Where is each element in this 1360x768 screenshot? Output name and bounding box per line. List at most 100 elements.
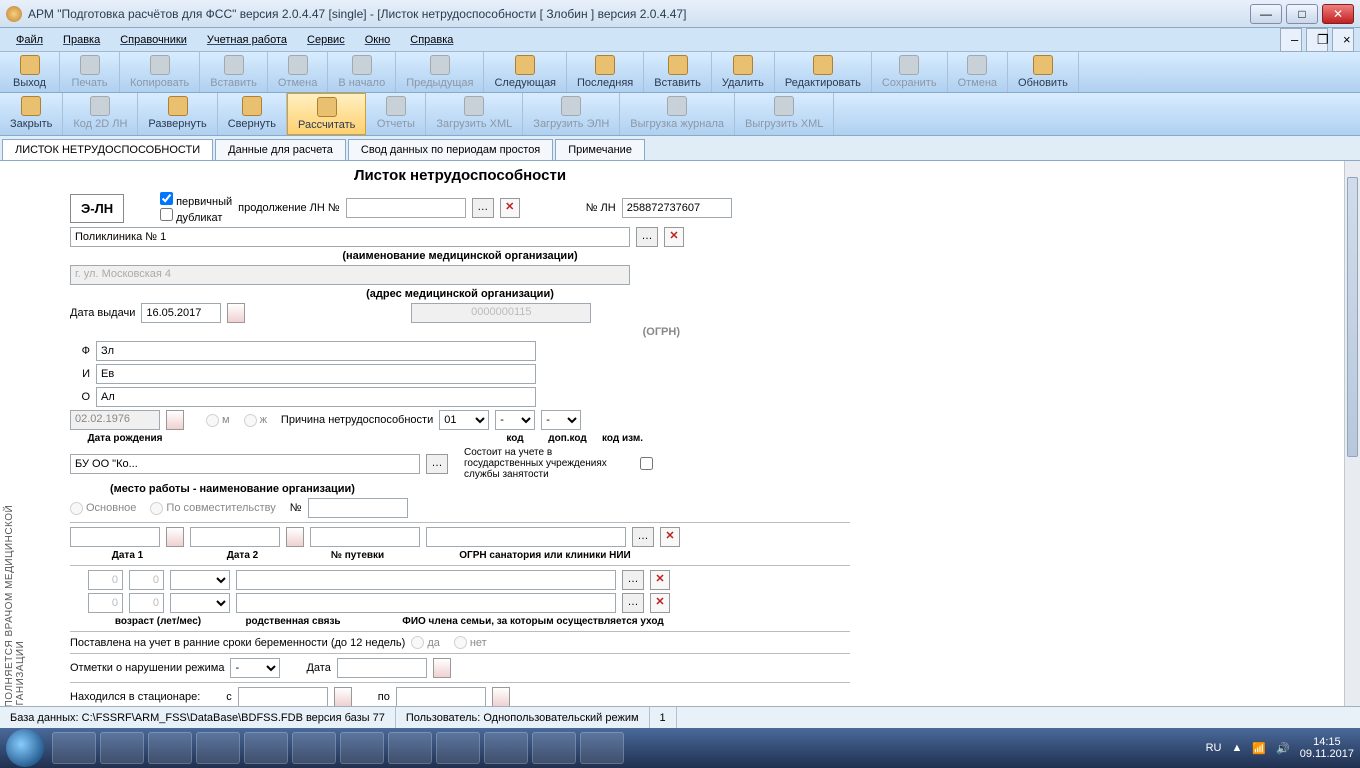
continuation-lookup[interactable]: …	[472, 198, 494, 218]
tray-lang[interactable]: RU	[1206, 742, 1222, 754]
tray-date[interactable]: 09.11.2017	[1300, 748, 1354, 760]
taskbar-app2[interactable]	[436, 732, 480, 764]
menu-edit[interactable]: Правка	[53, 31, 110, 49]
tb-prev[interactable]: Предыдущая	[396, 52, 484, 92]
tb-copy[interactable]: Копировать	[120, 52, 200, 92]
tb-edit[interactable]: Редактировать	[775, 52, 872, 92]
tb-collapse[interactable]: Свернуть	[218, 93, 287, 135]
violation-date-picker[interactable]	[433, 658, 451, 678]
preg-no[interactable]: нет	[454, 636, 487, 649]
tb-expand[interactable]: Развернуть	[138, 93, 217, 135]
taskbar-armfss[interactable]	[580, 732, 624, 764]
tray-flag-icon[interactable]: ▲	[1231, 742, 1242, 754]
date1-picker[interactable]	[166, 527, 184, 547]
violation-date[interactable]	[337, 658, 427, 678]
employer-input[interactable]	[70, 454, 420, 474]
tray-sound-icon[interactable]: 🔊	[1276, 742, 1290, 755]
tab-sickleave[interactable]: ЛИСТОК НЕТРУДОСПОСОБНОСТИ	[2, 139, 213, 160]
hospital-from-picker[interactable]	[334, 687, 352, 707]
duplicate-checkbox[interactable]: дубликат	[160, 212, 222, 224]
tb-begin[interactable]: В начало	[328, 52, 396, 92]
family-clear-2[interactable]: ✕	[650, 593, 670, 613]
minimize-button[interactable]: —	[1250, 4, 1282, 24]
tb-save[interactable]: Сохранить	[872, 52, 948, 92]
hospital-from[interactable]	[238, 687, 328, 707]
tb-exportxml[interactable]: Выгрузить XML	[735, 93, 834, 135]
taskbar-opera[interactable]	[196, 732, 240, 764]
sex-w[interactable]: ж	[244, 414, 267, 427]
tb-code2d[interactable]: Код 2D ЛН	[63, 93, 138, 135]
primary-checkbox[interactable]: первичный	[160, 196, 232, 208]
violation-select[interactable]: -	[230, 658, 280, 678]
tb-delete[interactable]: Удалить	[712, 52, 775, 92]
tb-undo[interactable]: Отмена	[268, 52, 328, 92]
age-months-2[interactable]	[129, 593, 164, 613]
ln-no-input[interactable]	[622, 198, 732, 218]
tb-loadeln[interactable]: Загрузить ЭЛН	[523, 93, 620, 135]
employer-lookup[interactable]: …	[426, 454, 448, 474]
reg-checkbox[interactable]	[640, 457, 653, 470]
date1-input[interactable]	[70, 527, 160, 547]
continuation-input[interactable]	[346, 198, 466, 218]
tb-next[interactable]: Следующая	[484, 52, 567, 92]
menu-file[interactable]: Файл	[6, 31, 53, 49]
tb-exit[interactable]: Выход	[0, 52, 60, 92]
tb-insert[interactable]: Вставить	[644, 52, 712, 92]
tb-reports[interactable]: Отчеты	[366, 93, 426, 135]
org-lookup[interactable]: …	[636, 227, 658, 247]
relation-select-1[interactable]	[170, 570, 230, 590]
tb-export[interactable]: Выгрузка журнала	[620, 93, 735, 135]
taskbar-chrome[interactable]	[244, 732, 288, 764]
sanatorium-clear[interactable]: ✕	[660, 527, 680, 547]
chgcode-select[interactable]: -	[541, 410, 581, 430]
scrollbar-thumb[interactable]	[1347, 177, 1358, 457]
issue-date-picker[interactable]	[227, 303, 245, 323]
patronym-input[interactable]	[96, 387, 536, 407]
age-years-2[interactable]	[88, 593, 123, 613]
surname-input[interactable]	[96, 341, 536, 361]
taskbar-torrent[interactable]	[292, 732, 336, 764]
taskbar-word[interactable]	[532, 732, 576, 764]
tb-refresh[interactable]: Обновить	[1008, 52, 1079, 92]
issue-date-input[interactable]	[141, 303, 221, 323]
date2-picker[interactable]	[286, 527, 304, 547]
hospital-to[interactable]	[396, 687, 486, 707]
preg-yes[interactable]: да	[411, 636, 440, 649]
menu-window[interactable]: Окно	[355, 31, 401, 49]
family-fio-1[interactable]	[236, 570, 616, 590]
voucher-input[interactable]	[310, 527, 420, 547]
taskbar-firefox[interactable]	[340, 732, 384, 764]
menu-acct[interactable]: Учетная работа	[197, 31, 297, 49]
maximize-button[interactable]: □	[1286, 4, 1318, 24]
family-fio-2[interactable]	[236, 593, 616, 613]
menu-service[interactable]: Сервис	[297, 31, 355, 49]
tab-calcdata[interactable]: Данные для расчета	[215, 139, 346, 160]
tb-print[interactable]: Печать	[60, 52, 120, 92]
tb-loadxml[interactable]: Загрузить XML	[426, 93, 523, 135]
org-input[interactable]	[70, 227, 630, 247]
mdi-close[interactable]: ×	[1332, 28, 1354, 52]
family-clear-1[interactable]: ✕	[650, 570, 670, 590]
taskbar-app1[interactable]	[388, 732, 432, 764]
family-lookup-2[interactable]: …	[622, 593, 644, 613]
dob-picker[interactable]	[166, 410, 184, 430]
tb-paste[interactable]: Вставить	[200, 52, 268, 92]
addcode-select[interactable]: -	[495, 410, 535, 430]
sex-m[interactable]: м	[206, 414, 230, 427]
continuation-clear[interactable]: ✕	[500, 198, 520, 218]
tb-last[interactable]: Последняя	[567, 52, 644, 92]
tb-calc[interactable]: Рассчитать	[287, 93, 366, 135]
menu-ref[interactable]: Справочники	[110, 31, 197, 49]
date2-input[interactable]	[190, 527, 280, 547]
tb-close[interactable]: Закрыть	[0, 93, 63, 135]
mdi-restore[interactable]: ❐	[1306, 28, 1328, 52]
hospital-to-picker[interactable]	[492, 687, 510, 707]
tb-cancel[interactable]: Отмена	[948, 52, 1008, 92]
close-button[interactable]: ✕	[1322, 4, 1354, 24]
tray-network-icon[interactable]: 📶	[1252, 742, 1266, 755]
menu-help[interactable]: Справка	[400, 31, 463, 49]
taskbar-ie[interactable]	[52, 732, 96, 764]
tab-downtime[interactable]: Свод данных по периодам простоя	[348, 139, 553, 160]
scrollbar[interactable]	[1344, 161, 1360, 721]
taskbar-folder[interactable]	[148, 732, 192, 764]
